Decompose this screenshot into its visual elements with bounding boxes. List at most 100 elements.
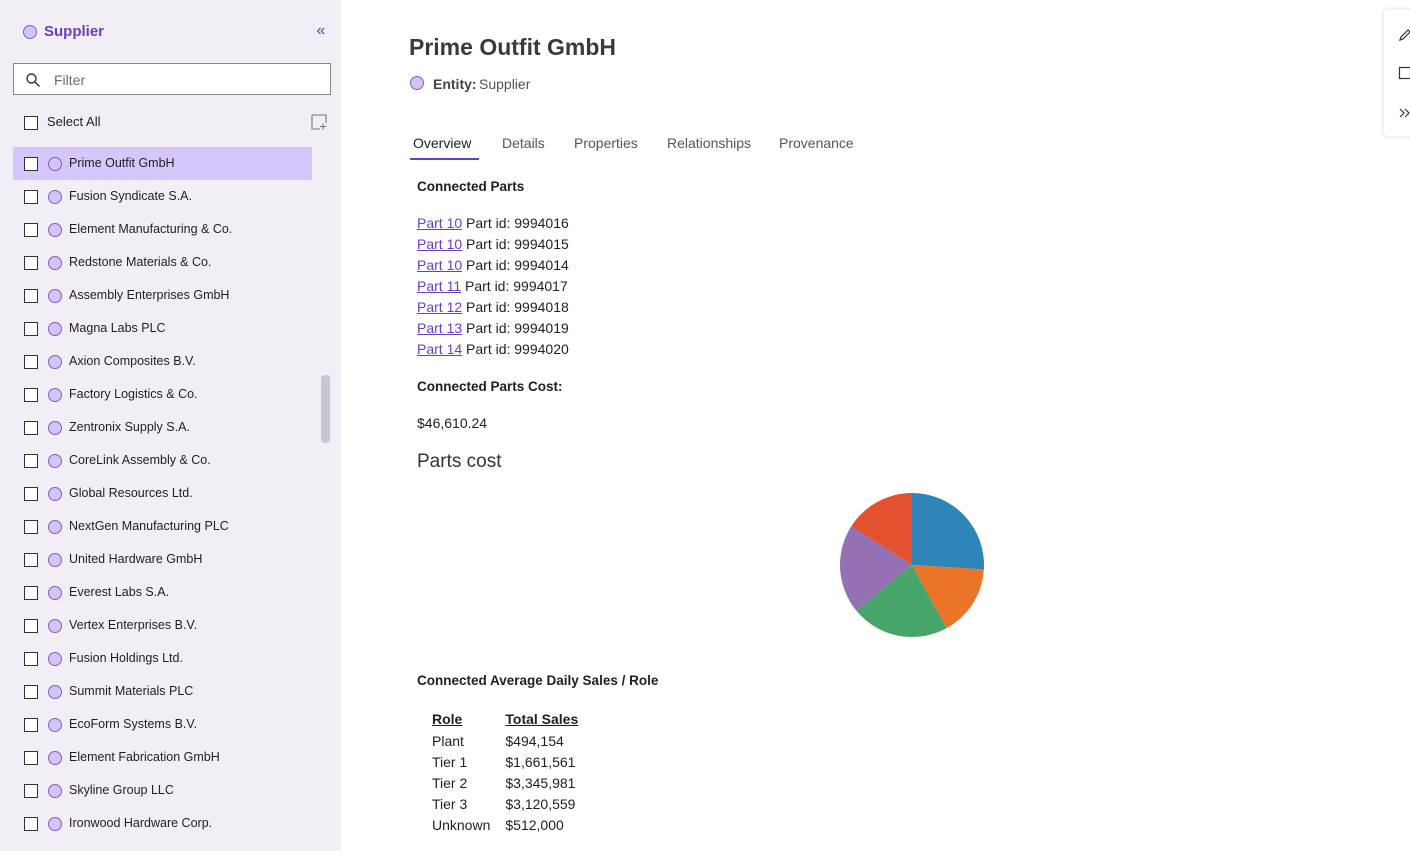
list-item[interactable]: NextGen Manufacturing PLC <box>13 510 312 543</box>
filter-input[interactable] <box>54 69 324 91</box>
list-item-label: Ironwood Hardware Corp. <box>69 816 213 830</box>
list-item-label: Everest Labs S.A. <box>69 585 170 599</box>
list-item[interactable]: Vertex Enterprises B.V. <box>13 609 312 642</box>
item-checkbox[interactable] <box>24 586 38 600</box>
list-item-label: Summit Materials PLC <box>69 684 194 698</box>
total-sales-cell: $3,120,559 <box>505 795 576 812</box>
item-checkbox[interactable] <box>24 289 38 303</box>
list-item[interactable]: Element Manufacturing & Co. <box>13 213 312 246</box>
list-item[interactable]: EcoForm Systems B.V. <box>13 708 312 741</box>
item-checkbox[interactable] <box>24 322 38 336</box>
part-row: Part 11 Part id: 9994017 <box>417 277 569 298</box>
entity-type-icon <box>48 421 62 435</box>
entity-type-icon <box>48 520 62 534</box>
list-item-label: CoreLink Assembly & Co. <box>69 453 211 467</box>
search-icon <box>26 73 40 87</box>
connected-parts-cost-heading: Connected Parts Cost: <box>417 379 563 394</box>
part-link[interactable]: Part 11 <box>417 278 461 294</box>
part-link[interactable]: Part 12 <box>417 299 462 315</box>
tab-overview[interactable]: Overview <box>413 135 471 151</box>
active-tab-indicator <box>410 158 479 160</box>
tab-details[interactable]: Details <box>502 135 545 151</box>
role-cell: Tier 3 <box>432 795 468 812</box>
list-item-label: EcoForm Systems B.V. <box>69 717 198 731</box>
item-checkbox[interactable] <box>24 388 38 402</box>
item-checkbox[interactable] <box>24 223 38 237</box>
item-checkbox[interactable] <box>24 190 38 204</box>
list-item[interactable]: Element Fabrication GmbH <box>13 741 312 774</box>
select-all-row[interactable]: Select All <box>24 114 100 130</box>
list-item[interactable]: CoreLink Assembly & Co. <box>13 444 312 477</box>
part-link[interactable]: Part 10 <box>417 215 462 231</box>
item-checkbox[interactable] <box>24 817 38 831</box>
list-item[interactable]: Fusion Holdings Ltd. <box>13 642 312 675</box>
entity-type-icon <box>48 454 62 468</box>
item-checkbox[interactable] <box>24 355 38 369</box>
daily-sales-heading: Connected Average Daily Sales / Role <box>417 673 659 688</box>
list-item[interactable]: Redstone Materials & Co. <box>13 246 312 279</box>
list-item[interactable]: Summit Materials PLC <box>13 675 312 708</box>
connected-parts-list: Part 10 Part id: 9994016 Part 10 Part id:… <box>417 214 569 361</box>
list-item-label: Prime Outfit GmbH <box>69 156 175 170</box>
item-checkbox[interactable] <box>24 619 38 633</box>
select-all-checkbox[interactable] <box>24 115 38 130</box>
part-row: Part 13 Part id: 9994019 <box>417 319 569 340</box>
filter-field[interactable] <box>13 63 331 95</box>
list-item[interactable]: Everest Labs S.A. <box>13 576 312 609</box>
add-selection-icon[interactable] <box>311 114 327 130</box>
list-item-label: United Hardware GmbH <box>69 552 203 566</box>
sidebar-header: Supplier « <box>0 0 341 60</box>
part-id: Part id: 9994020 <box>466 341 569 357</box>
part-link[interactable]: Part 10 <box>417 236 462 252</box>
column-header-role: Role <box>432 710 463 727</box>
item-checkbox[interactable] <box>24 421 38 435</box>
item-checkbox[interactable] <box>24 157 38 171</box>
list-item[interactable]: Zentronix Supply S.A. <box>13 411 312 444</box>
table-header-row: Role Total Sales <box>432 709 593 730</box>
tab-properties[interactable]: Properties <box>574 135 638 151</box>
entity-type-icon <box>48 322 62 336</box>
item-checkbox[interactable] <box>24 685 38 699</box>
item-checkbox[interactable] <box>24 553 38 567</box>
table-row: Unknown $512,000 <box>432 814 593 835</box>
part-link[interactable]: Part 13 <box>417 320 462 336</box>
select-all-label: Select All <box>47 114 101 129</box>
item-checkbox[interactable] <box>24 751 38 765</box>
list-item[interactable]: Ironwood Hardware Corp. <box>13 807 312 840</box>
list-item[interactable]: Factory Logistics & Co. <box>13 378 312 411</box>
collapse-sidebar-button[interactable]: « <box>311 22 331 42</box>
item-checkbox[interactable] <box>24 520 38 534</box>
collapse-icon[interactable] <box>1398 106 1410 120</box>
chart-title: Parts cost <box>417 451 502 472</box>
item-checkbox[interactable] <box>24 718 38 732</box>
list-item-label: Skyline Group LLC <box>69 783 174 797</box>
floating-toolbar <box>1384 10 1410 136</box>
role-cell: Plant <box>432 732 464 749</box>
list-item[interactable]: Fusion Syndicate S.A. <box>13 180 312 213</box>
list-item[interactable]: Skyline Group LLC <box>13 774 312 807</box>
tab-relationships[interactable]: Relationships <box>667 135 751 151</box>
part-link[interactable]: Part 10 <box>417 257 462 273</box>
expand-icon[interactable] <box>1398 66 1410 80</box>
part-row: Part 10 Part id: 9994016 <box>417 214 569 235</box>
list-item[interactable]: Axion Composites B.V. <box>13 345 312 378</box>
tab-provenance[interactable]: Provenance <box>779 135 854 151</box>
item-checkbox[interactable] <box>24 487 38 501</box>
item-checkbox[interactable] <box>24 784 38 798</box>
total-sales-cell: $3,345,981 <box>505 774 576 791</box>
item-checkbox[interactable] <box>24 652 38 666</box>
list-item[interactable]: Global Resources Ltd. <box>13 477 312 510</box>
part-link[interactable]: Part 14 <box>417 341 462 357</box>
list-item[interactable]: Prime Outfit GmbH <box>13 147 312 180</box>
list-item[interactable]: Assembly Enterprises GmbH <box>13 279 312 312</box>
list-item-label: Zentronix Supply S.A. <box>69 420 190 434</box>
pencil-icon[interactable] <box>1398 28 1410 42</box>
list-item[interactable]: Magna Labs PLC <box>13 312 312 345</box>
list-item-label: Factory Logistics & Co. <box>69 387 198 401</box>
list-item[interactable]: United Hardware GmbH <box>13 543 312 576</box>
part-row: Part 12 Part id: 9994018 <box>417 298 569 319</box>
sidebar-scrollbar[interactable] <box>321 375 330 443</box>
list-item-label: Global Resources Ltd. <box>69 486 193 500</box>
item-checkbox[interactable] <box>24 256 38 270</box>
item-checkbox[interactable] <box>24 454 38 468</box>
